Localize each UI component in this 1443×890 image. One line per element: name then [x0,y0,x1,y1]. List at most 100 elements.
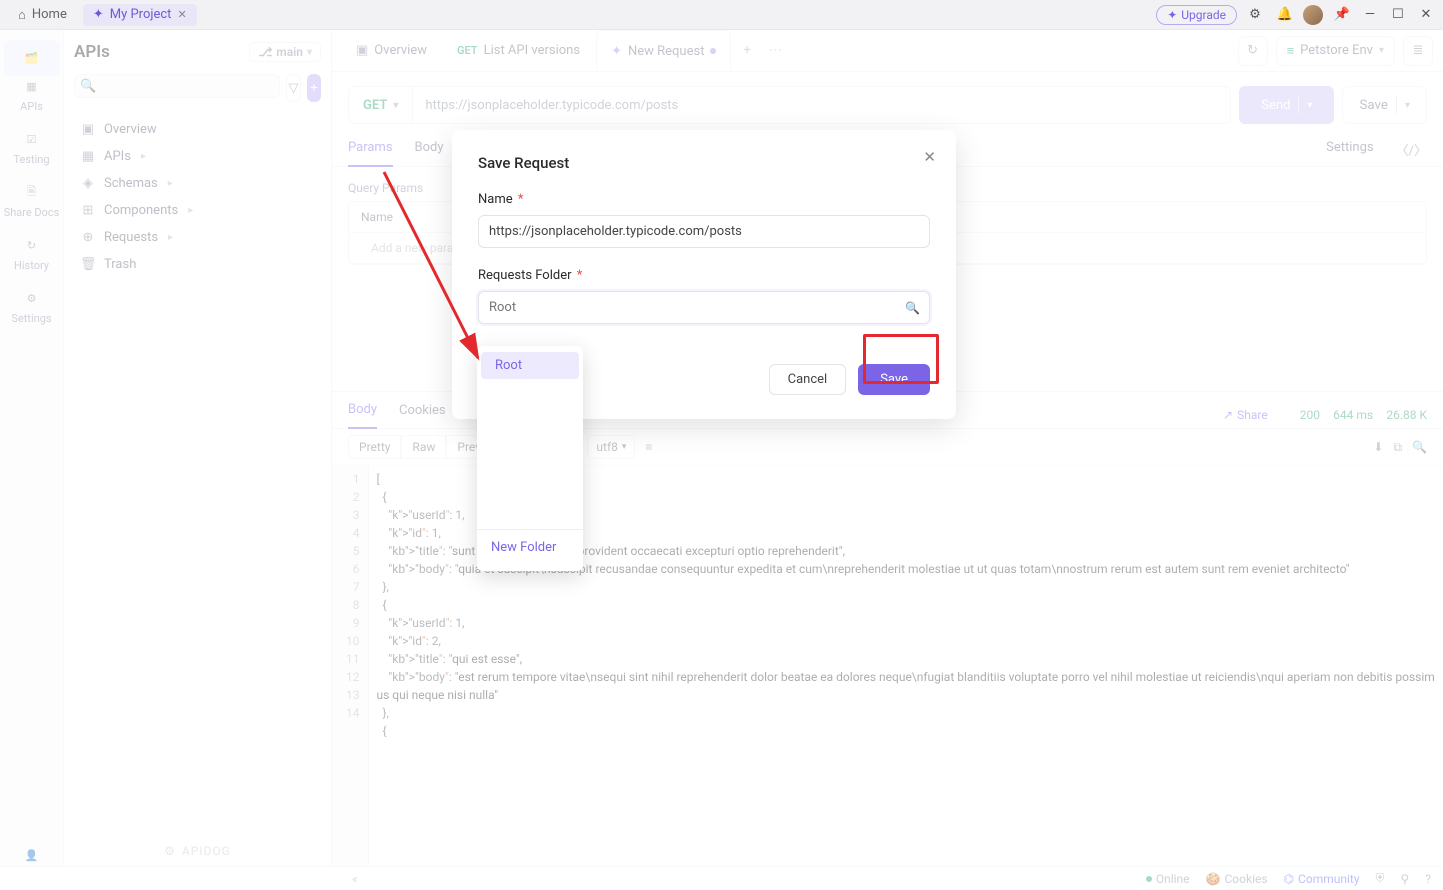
url-row: GET ▾ Send ▾ Save ▾ [332,72,1443,124]
env-selector[interactable]: ≡ Petstore Env ▾ [1276,36,1395,66]
tree-requests[interactable]: ⊕Requests▸ [74,224,321,251]
tab-project-label: My Project [110,7,172,22]
close-icon: ✕ [923,148,936,166]
subtab-params[interactable]: Params [348,140,393,167]
add-button[interactable]: + [307,74,321,102]
encoding-selector[interactable]: utf8▾ [587,435,635,459]
chevron-down-icon: ▾ [393,100,398,111]
url-input[interactable] [413,98,1230,113]
titlebar: ⌂ Home ✦ My Project ✕ ✦ Upgrade ⚙ 🔔 📌 — … [0,0,1443,30]
statusbar: « Online 🍪Cookies ⌬Community ⛨ ⚲ ? [0,866,1443,890]
code-icon[interactable]: 〈/〉 [1396,140,1427,166]
download-icon[interactable]: ⬇ [1373,440,1383,454]
tab-project[interactable]: ✦ My Project ✕ [83,4,197,26]
status-online[interactable]: Online [1146,872,1190,886]
folder-icon: ▦ [80,149,96,164]
pin-icon[interactable]: 📌 [1333,7,1351,22]
tree-schemas[interactable]: ◈Schemas▸ [74,170,321,197]
view-raw[interactable]: Raw [401,435,446,459]
resp-tab-cookies[interactable]: Cookies [399,403,446,428]
brand-icon: ⚙ [164,844,176,858]
save-label: Save [1359,98,1388,113]
window-close-icon[interactable]: ✕ [1417,7,1435,22]
left-nav: 🗂️ ▦ APIs ☑ Testing 🗎 Share Docs ↻ Histo… [0,30,64,890]
nav-testing[interactable]: ☑ Testing [4,121,60,174]
nav-settings[interactable]: ⚙ Settings [4,280,60,333]
nav-apis-label-item[interactable]: ▦ APIs [4,76,60,121]
status-bug[interactable]: ⚲ [1401,872,1410,886]
avatar[interactable] [1303,5,1323,25]
status-help[interactable]: ? [1425,872,1431,886]
layers-icon: ≡ [1287,43,1295,59]
folder-input[interactable] [478,291,930,324]
search-icon[interactable]: 🔍 [1412,440,1427,454]
online-dot-icon [1146,876,1152,882]
home-icon: ⌂ [18,7,26,23]
share-button[interactable]: ↗Share [1223,408,1268,422]
modal-title: Save Request [478,154,930,172]
bell-icon[interactable]: 🔔 [1273,3,1297,27]
nav-settings-label: Settings [11,312,51,325]
nav-testing-label: Testing [13,153,49,166]
tree-overview-label: Overview [104,122,157,137]
nav-history[interactable]: ↻ History [4,227,60,280]
status-shield[interactable]: ⛨ [1376,871,1385,886]
tab-close-icon[interactable]: ✕ [177,8,186,21]
status-community[interactable]: ⌬Community [1284,872,1360,886]
tab-home[interactable]: ⌂ Home [8,4,77,26]
cancel-button[interactable]: Cancel [769,364,847,395]
sidebar-title: APIs [74,42,110,62]
method-selector[interactable]: GET ▾ [349,87,413,123]
branch-selector[interactable]: ⎇ main ▾ [249,42,321,62]
new-folder-button[interactable]: New Folder [477,530,583,565]
briefcase-icon: 🗂️ [22,48,42,68]
filter-icon[interactable]: ≡ [645,440,652,454]
sparkle-icon: ✦ [1167,8,1177,22]
cookie-icon: 🍪 [1206,872,1221,886]
add-tab-button[interactable]: + [733,43,760,58]
subtab-settings[interactable]: Settings [1326,140,1373,166]
api-icon: ▦ [22,76,42,96]
reload-button[interactable]: ↻ [1238,36,1268,66]
copy-icon[interactable]: ⧉ [1393,440,1402,455]
name-input[interactable] [478,215,930,248]
resp-tab-body[interactable]: Body [348,402,377,429]
tab-overflow-button[interactable]: ⋯ [763,43,788,58]
gear-icon[interactable]: ⚙ [1243,3,1267,27]
menu-button[interactable]: ≣ [1403,36,1433,66]
window-minimize-icon[interactable]: — [1361,7,1379,22]
flask-icon: ☑ [22,129,42,149]
modal-save-button[interactable]: Save [858,364,930,395]
chevron-down-icon: ▾ [1379,45,1384,56]
tree-trash[interactable]: 🗑Trash [74,251,321,278]
upgrade-button[interactable]: ✦ Upgrade [1156,5,1237,25]
collapse-sidebar-button[interactable]: « [12,872,358,886]
chevron-down-icon: ▾ [1307,100,1312,111]
name-label: Name * [478,192,930,207]
sidebar-search-input[interactable] [74,74,280,98]
tree-components-label: Components [104,203,178,218]
main-tab-api[interactable]: GET List API versions [443,30,594,72]
nav-apis[interactable]: 🗂️ [4,40,60,76]
save-button[interactable]: Save ▾ [1342,86,1427,124]
main-tab-new-request[interactable]: ✦ New Request [596,30,731,71]
view-pretty[interactable]: Pretty [348,435,401,459]
main-tab-overview[interactable]: ▣ Overview [342,30,441,72]
subtab-body[interactable]: Body [415,140,444,166]
chevron-right-icon: ▸ [168,232,173,243]
folder-option-root[interactable]: Root [481,352,579,379]
tree-overview[interactable]: ▣ Overview [74,116,321,143]
branch-name: main [276,45,303,59]
send-button[interactable]: Send ▾ [1239,86,1334,124]
modal-close-button[interactable]: ✕ [923,148,936,166]
sidebar: APIs ⎇ main ▾ 🔍 ▽ + ▣Overview ▦APIs▸ ◈Sc… [64,30,332,866]
tree-components[interactable]: ⊞Components▸ [74,197,321,224]
tree-apis[interactable]: ▦APIs▸ [74,143,321,170]
window-maximize-icon[interactable]: ☐ [1389,7,1407,22]
nav-sharedocs[interactable]: 🗎 Share Docs [4,174,60,227]
status-cookies[interactable]: 🍪Cookies [1206,872,1268,886]
overview-icon: ▣ [80,122,96,137]
filter-button[interactable]: ▽ [286,74,301,102]
nav-history-label: History [14,259,49,272]
schema-icon: ◈ [80,176,96,191]
